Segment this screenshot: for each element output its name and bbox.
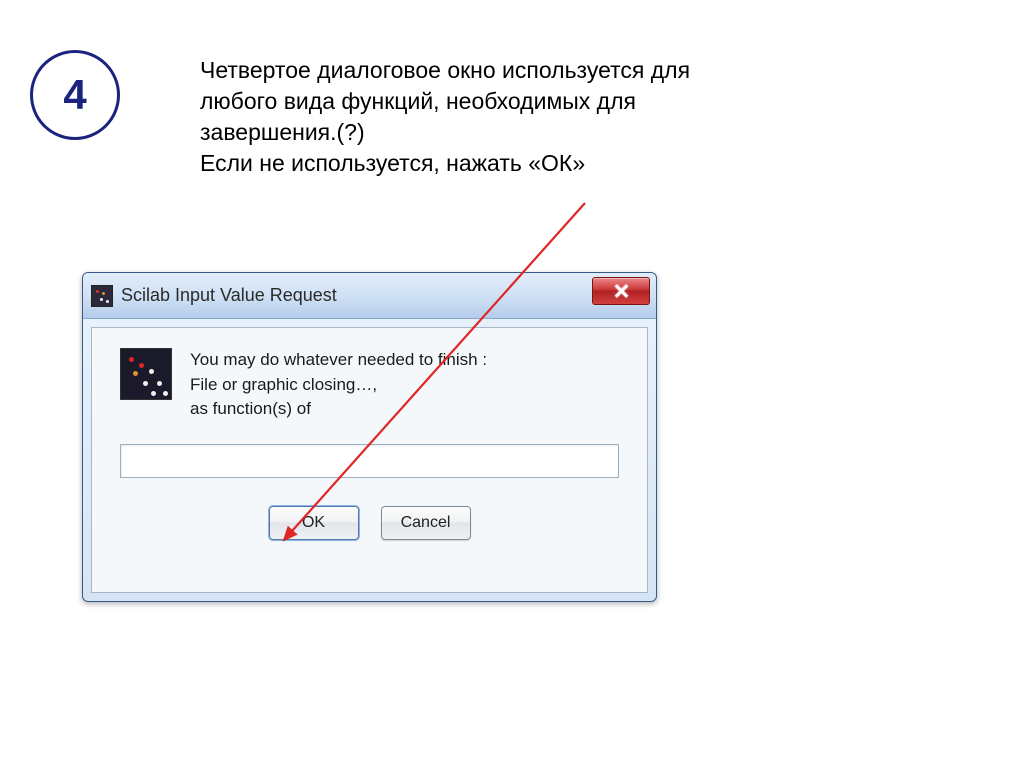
- description-line: любого вида функций, необходимых для: [200, 86, 720, 117]
- dialog-message: You may do whatever needed to finish : F…: [190, 348, 487, 422]
- message-line: You may do whatever needed to finish :: [190, 348, 487, 373]
- cancel-button[interactable]: Cancel: [381, 506, 471, 540]
- scilab-icon: [91, 285, 113, 307]
- dialog-title: Scilab Input Value Request: [121, 285, 337, 306]
- description-line: завершения.(?): [200, 117, 720, 148]
- scilab-icon: [120, 348, 172, 400]
- dialog-window: Scilab Input Value Request You may do wh…: [82, 272, 657, 602]
- ok-button[interactable]: OK: [269, 506, 359, 540]
- message-line: File or graphic closing…,: [190, 373, 487, 398]
- description-line: Четвертое диалоговое окно используется д…: [200, 55, 720, 86]
- description-line: Если не используется, нажать «ОК»: [200, 148, 720, 179]
- message-line: as function(s) of: [190, 397, 487, 422]
- step-number-badge: 4: [30, 50, 120, 140]
- step-description: Четвертое диалоговое окно используется д…: [200, 55, 720, 179]
- titlebar[interactable]: Scilab Input Value Request: [83, 273, 656, 319]
- dialog-body: You may do whatever needed to finish : F…: [91, 327, 648, 593]
- button-row: OK Cancel: [120, 506, 619, 540]
- step-number: 4: [63, 71, 86, 119]
- value-input[interactable]: [120, 444, 619, 478]
- close-icon: [614, 284, 628, 298]
- close-button[interactable]: [592, 277, 650, 305]
